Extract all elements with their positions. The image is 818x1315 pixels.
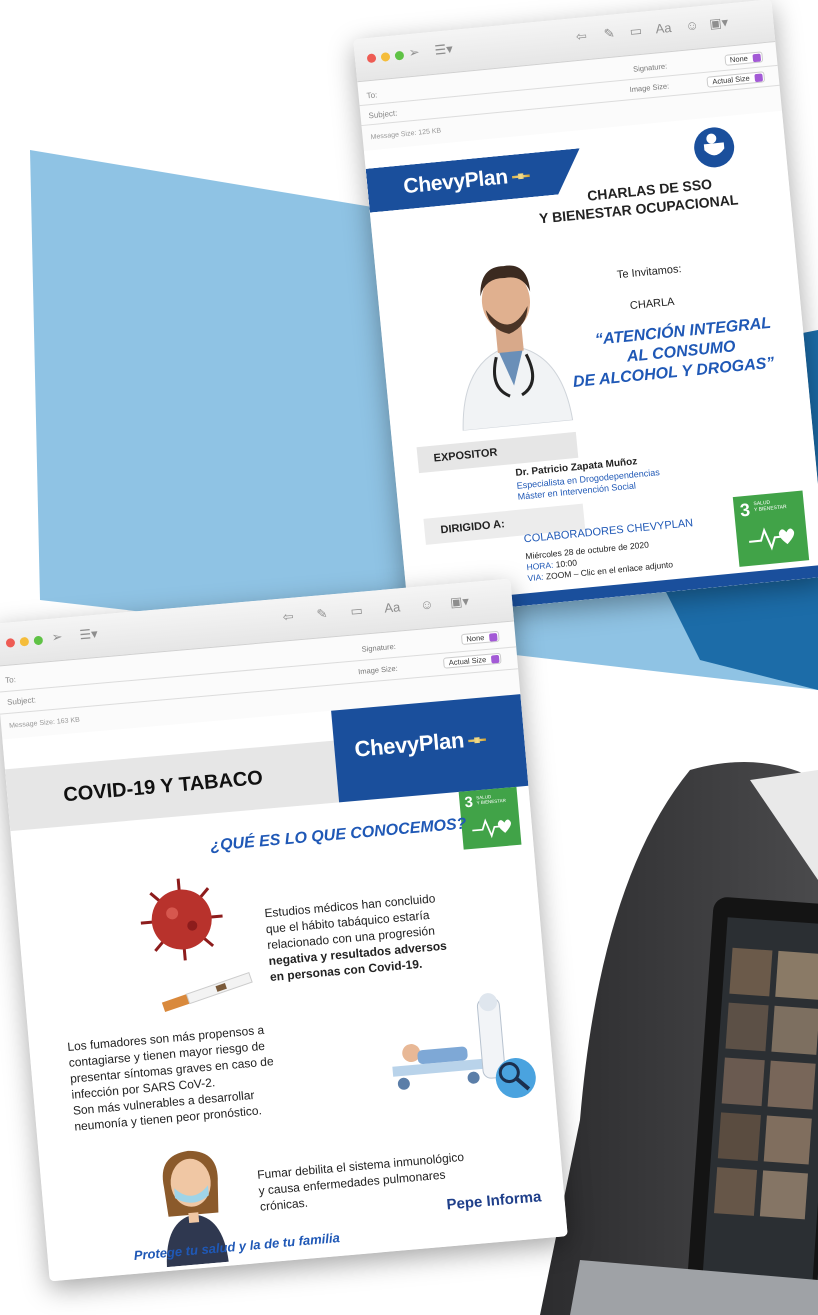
flyer-title: COVID-19 Y TABACO xyxy=(62,766,264,807)
to-label: To: xyxy=(366,90,378,101)
image-size-select[interactable]: Actual Size xyxy=(443,652,502,669)
subject-label: Subject: xyxy=(6,695,37,707)
sdg-3-badge: 3 SALUD Y BIENESTAR xyxy=(732,490,810,567)
expositor-label: EXPOSITOR xyxy=(433,446,498,465)
minimize-button[interactable] xyxy=(19,636,30,647)
sdg-number: 3 xyxy=(739,499,752,521)
to-label: To: xyxy=(4,675,17,685)
signature-select[interactable]: None xyxy=(460,630,500,646)
brand-banner: ChevyPlan xyxy=(366,148,584,212)
flyer-covid-tabaco: COVID-19 Y TABACO ChevyPlan 3 SALUD Y BI… xyxy=(2,694,568,1282)
attachment-icon[interactable]: ✎ xyxy=(316,606,328,623)
send-icon[interactable]: ➢ xyxy=(51,629,63,646)
zoom-button[interactable] xyxy=(394,50,405,61)
close-button[interactable] xyxy=(366,53,377,64)
sdg-3-badge: 3 SALUD Y BIENESTAR xyxy=(458,786,522,850)
brand-text: ChevyPlan xyxy=(402,165,509,199)
sdg-number: 3 xyxy=(463,793,474,812)
signature-select[interactable]: None xyxy=(724,51,764,66)
window-controls xyxy=(366,50,405,64)
message-size: Message Size: 125 KB xyxy=(370,127,442,142)
flyer-chevyplan-charla: ChevyPlan CHARLAS DE SSO Y BIENESTAR OCU… xyxy=(363,110,818,617)
invite-text: Te Invitamos: xyxy=(616,263,683,282)
bowtie-icon xyxy=(512,173,530,181)
question-heading: ¿QUÉ ES LO QUE CONOCEMOS? xyxy=(209,815,468,855)
format-list-icon[interactable]: ☰▾ xyxy=(434,41,454,59)
via-label: VIA: xyxy=(527,571,545,584)
charla-label: CHARLA xyxy=(629,295,676,313)
hospital-illustration xyxy=(392,993,536,1099)
signature-value: None xyxy=(729,53,749,65)
mask-icon xyxy=(694,127,735,168)
heartbeat-icon xyxy=(749,527,795,551)
reply-icon[interactable]: ⇦ xyxy=(575,28,587,45)
chevron-icon xyxy=(490,654,500,664)
dirigido-label: DIRIGIDO A: xyxy=(440,518,506,537)
reply-icon[interactable]: ⇦ xyxy=(282,609,294,626)
sdg-text: SALUD Y BIENESTAR xyxy=(476,794,507,806)
coronavirus-icon xyxy=(140,878,223,961)
minimize-button[interactable] xyxy=(380,52,391,62)
image-size-label: Image Size: xyxy=(629,81,670,95)
bowtie-icon xyxy=(468,737,486,745)
heartbeat-icon xyxy=(472,818,512,839)
media-icon[interactable]: ▣▾ xyxy=(709,14,729,32)
paragraph-1: Estudios médicos han concluido que el há… xyxy=(264,890,449,985)
signature-label: Signature: xyxy=(632,61,668,74)
title-bar: COVID-19 Y TABACO xyxy=(4,740,340,832)
chevron-icon xyxy=(754,73,764,83)
chevron-icon xyxy=(752,53,762,63)
window-controls xyxy=(5,635,44,648)
message-size: Message Size: 163 KB xyxy=(8,716,81,730)
cigarette-icon xyxy=(161,972,253,1013)
signature-value: None xyxy=(466,633,485,644)
doctor-photo xyxy=(462,265,574,432)
brand-logo: ChevyPlan xyxy=(353,725,487,762)
sdg-text: SALUD Y BIENESTAR xyxy=(753,499,787,514)
emoji-icon[interactable]: ☺ xyxy=(420,596,435,612)
font-icon[interactable]: Aa xyxy=(384,599,401,615)
mail-window-2: ➢ ☰▾ ⇦ ✎ ▭ Aa ☺ ▣▾ To: Signature: None S… xyxy=(0,578,568,1282)
font-icon[interactable]: Aa xyxy=(655,20,672,36)
paragraph-3: Fumar debilita el sistema inmunológico y… xyxy=(257,1149,468,1215)
send-icon[interactable]: ➢ xyxy=(408,44,420,61)
chevron-icon xyxy=(488,632,498,642)
close-button[interactable] xyxy=(5,638,16,648)
presenter-photo xyxy=(540,762,818,1315)
mail-window-1: ➢ ☰▾ ⇦ ✎ ▭ Aa ☺ ▣▾ To: Signature: None S… xyxy=(353,0,818,617)
image-size-value: Actual Size xyxy=(711,73,751,87)
media-icon[interactable]: ▣▾ xyxy=(449,593,469,611)
brand-banner: ChevyPlan xyxy=(331,694,529,803)
paragraph-2: Los fumadores son más propensos a contag… xyxy=(67,1021,279,1134)
signature-label: Signature: xyxy=(361,641,397,654)
brand-text: ChevyPlan xyxy=(353,727,466,762)
photo-browser-icon[interactable]: ▭ xyxy=(350,603,364,620)
photo-browser-icon[interactable]: ▭ xyxy=(629,23,643,40)
image-size-label: Image Size: xyxy=(357,663,399,677)
image-size-value: Actual Size xyxy=(448,655,487,668)
image-size-select[interactable]: Actual Size xyxy=(706,71,766,88)
subject-label: Subject: xyxy=(368,108,398,121)
zoom-button[interactable] xyxy=(33,635,44,646)
format-list-icon[interactable]: ☰▾ xyxy=(79,626,99,644)
attachment-icon[interactable]: ✎ xyxy=(603,25,615,42)
brand-logo: ChevyPlan xyxy=(402,163,530,199)
emoji-icon[interactable]: ☺ xyxy=(685,17,700,33)
